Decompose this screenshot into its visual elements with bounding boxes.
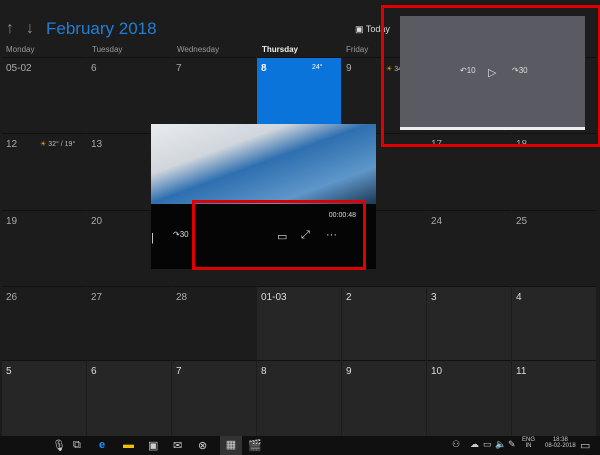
xbox-icon[interactable]: ⊗ — [198, 439, 207, 452]
month-title: February 2018 — [46, 19, 157, 38]
clock[interactable]: 18:38 08-02-2018 — [545, 437, 576, 449]
day-cell[interactable]: 24 — [427, 210, 511, 286]
day-number: 7 — [176, 366, 182, 377]
day-cell[interactable]: 3 — [427, 286, 511, 360]
day-number: 19 — [6, 216, 18, 227]
highlight-box — [381, 5, 600, 147]
day-cell[interactable]: 6 — [87, 57, 171, 133]
day-cell[interactable]: 8 — [257, 57, 341, 133]
sun-icon: ☀ — [40, 141, 47, 148]
weather-thu: 24° — [312, 64, 323, 71]
day-number: 10 — [431, 366, 443, 377]
day-cell[interactable]: 27 — [87, 286, 171, 360]
day-cell[interactable]: 26 — [2, 286, 86, 360]
weather-12: ☀ 32° / 19° — [40, 141, 76, 148]
day-cell[interactable]: 4 — [512, 286, 596, 360]
calendar-icon[interactable]: ▦ — [220, 436, 242, 455]
pause-icon[interactable]: | — [151, 232, 154, 244]
day-number: 12 — [6, 139, 18, 150]
microphone-icon[interactable]: 🎙 — [52, 439, 66, 452]
mail-icon[interactable]: ✉ — [173, 439, 182, 452]
dow-friday: Friday — [346, 45, 369, 54]
language-indicator[interactable]: ENG IN — [522, 437, 535, 449]
day-number: 7 — [176, 63, 182, 74]
day-cell[interactable]: 05-02 — [2, 57, 86, 133]
day-number: 2 — [346, 292, 352, 303]
pen-icon[interactable]: ✎ — [508, 439, 516, 450]
day-cell[interactable]: 5 — [2, 360, 86, 436]
taskbar: 🎙 ⧉ e ▬ ▣ ✉ ⊗ ▦ 🎬 ⚇ ☁ ▭ 🔈 ✎ ENG IN 18:38 0… — [0, 436, 600, 455]
volume-muted-icon[interactable]: 🔈 — [495, 439, 506, 450]
skip-forward-30-button[interactable]: ↷30 — [173, 230, 189, 239]
day-number: 24 — [431, 216, 443, 227]
day-cell[interactable]: 2 — [342, 286, 426, 360]
dow-wednesday: Wednesday — [177, 45, 220, 54]
day-number: 6 — [91, 366, 97, 377]
day-number: 28 — [176, 292, 188, 303]
store-icon[interactable]: ▣ — [148, 439, 158, 452]
day-number: 8 — [261, 366, 267, 377]
day-cell[interactable]: 11 — [512, 360, 596, 436]
day-number: 4 — [516, 292, 522, 303]
day-cell[interactable]: 7 — [172, 57, 256, 133]
onedrive-icon[interactable]: ☁ — [470, 439, 479, 450]
day-cell[interactable]: 28 — [172, 286, 256, 360]
day-number: 25 — [516, 216, 528, 227]
day-cell[interactable]: 7 — [172, 360, 256, 436]
day-number: 01-03 — [261, 292, 287, 303]
day-cell[interactable]: 10 — [427, 360, 511, 436]
day-number: 27 — [91, 292, 103, 303]
day-number: 13 — [91, 139, 103, 150]
edge-icon[interactable]: e — [99, 439, 105, 451]
previous-month-button[interactable]: ↑ — [6, 20, 14, 38]
day-cell[interactable]: 19 — [2, 210, 86, 286]
dow-thursday: Thursday — [262, 45, 299, 54]
dow-monday: Monday — [6, 45, 35, 54]
day-number: 9 — [346, 366, 352, 377]
action-center-icon[interactable]: ▭ — [580, 439, 590, 452]
day-number: 6 — [91, 63, 97, 74]
task-view-icon[interactable]: ⧉ — [73, 439, 81, 452]
day-number: 11 — [516, 366, 527, 377]
day-number: 05-02 — [6, 63, 32, 74]
highlight-box — [192, 200, 366, 270]
day-number: 8 — [261, 63, 267, 74]
day-number: 5 — [6, 366, 12, 377]
next-month-button[interactable]: ↓ — [26, 20, 34, 38]
day-number: 9 — [346, 63, 352, 74]
dow-tuesday: Tuesday — [92, 45, 123, 54]
day-number: 20 — [91, 216, 103, 227]
network-icon[interactable]: ▭ — [483, 439, 492, 450]
day-cell[interactable]: 01-03 — [257, 286, 341, 360]
day-number: 3 — [431, 292, 437, 303]
day-cell[interactable]: 6 — [87, 360, 171, 436]
day-cell[interactable]: 8 — [257, 360, 341, 436]
people-icon[interactable]: ⚇ — [452, 439, 460, 450]
day-number: 26 — [6, 292, 18, 303]
file-explorer-icon[interactable]: ▬ — [123, 439, 134, 451]
movies-icon[interactable]: 🎬 — [248, 439, 262, 452]
day-cell[interactable]: 9 — [342, 360, 426, 436]
day-cell[interactable]: 25 — [512, 210, 596, 286]
